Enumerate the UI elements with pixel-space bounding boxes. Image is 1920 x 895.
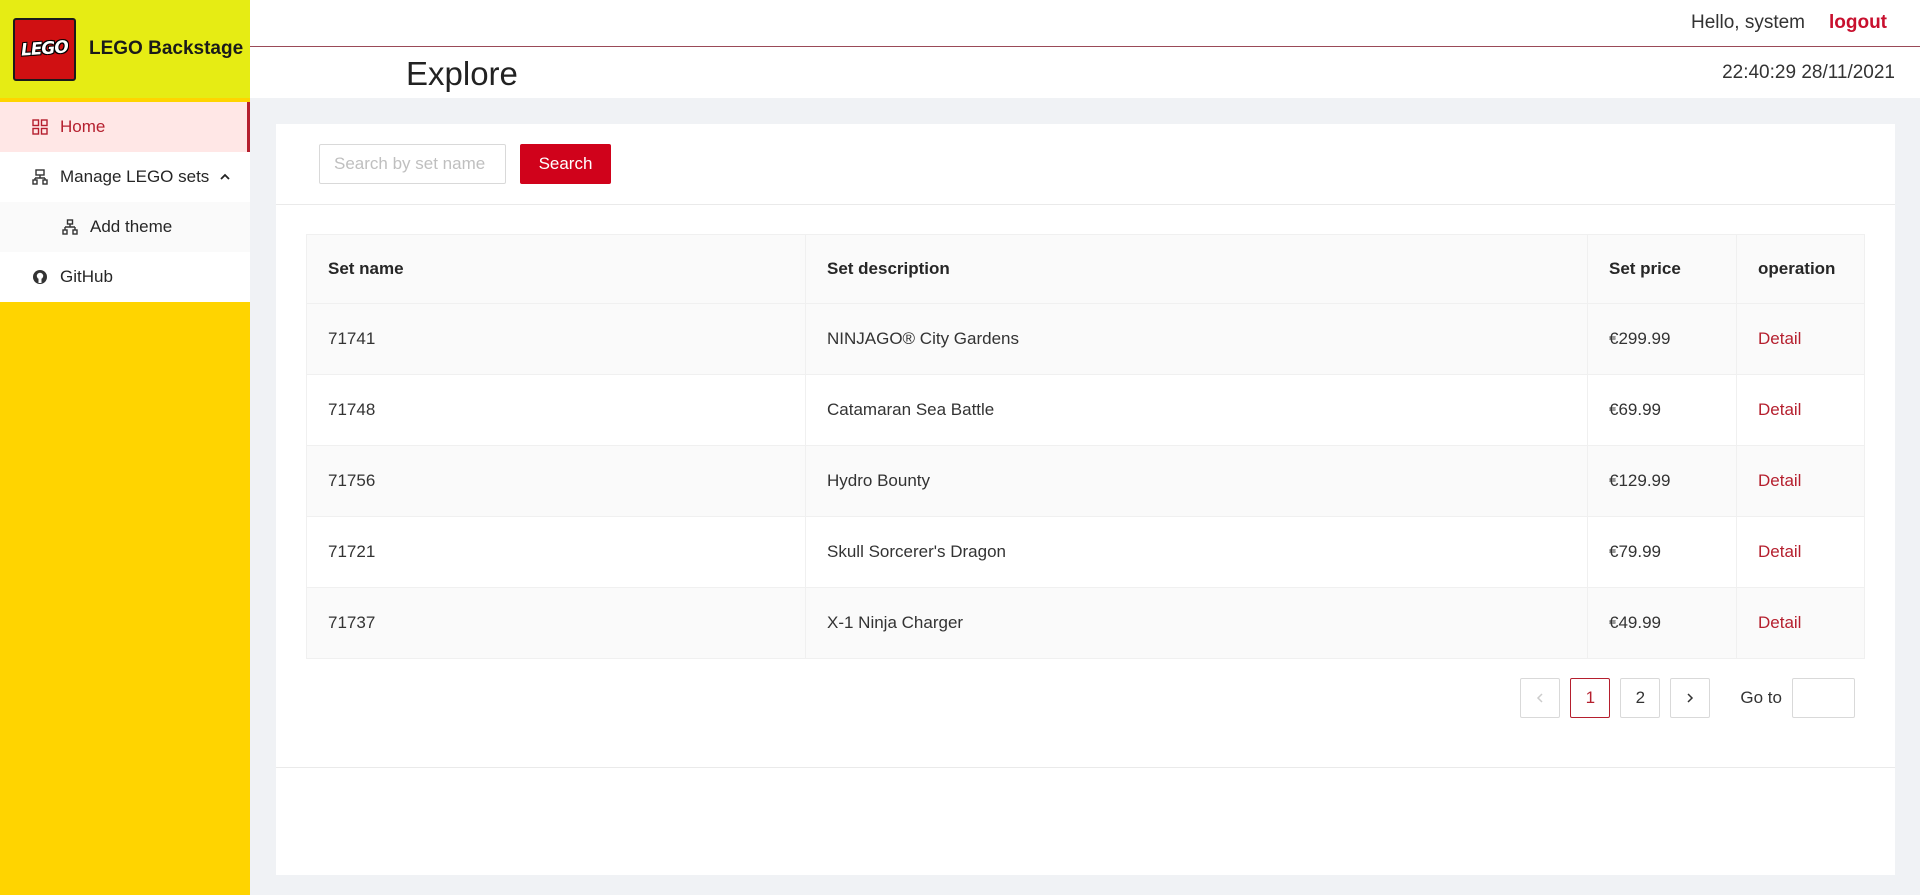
set-price-cell: €79.99 <box>1587 516 1737 588</box>
sidebar-item-github[interactable]: GitHub <box>0 252 250 302</box>
set-description-cell: Hydro Bounty <box>805 445 1588 517</box>
detail-link[interactable]: Detail <box>1758 471 1801 490</box>
page-button-2[interactable]: 2 <box>1620 678 1661 718</box>
header: Hello, system logout Explore 22:40:29 28… <box>250 0 1920 98</box>
table-row: 71721 Skull Sorcerer's Dragon €79.99 Det… <box>306 516 1865 588</box>
current-datetime: 22:40:29 28/11/2021 <box>1722 62 1895 83</box>
set-price-cell: €299.99 <box>1587 303 1737 375</box>
column-header-set-description[interactable]: Set description <box>805 234 1588 304</box>
table-row: 71748 Catamaran Sea Battle €69.99 Detail <box>306 374 1865 446</box>
detail-link[interactable]: Detail <box>1758 400 1801 419</box>
sidebar-item-add-theme[interactable]: Add theme <box>0 202 250 252</box>
sets-table: Set name Set description Set price opera… <box>306 234 1865 659</box>
brand-bar: LEGO LEGO Backstage <box>0 0 250 98</box>
detail-link[interactable]: Detail <box>1758 542 1801 561</box>
brand-title: LEGO Backstage <box>89 38 244 59</box>
user-greeting: Hello, system <box>1690 12 1805 33</box>
set-description-cell: X-1 Ninja Charger <box>805 587 1588 659</box>
sidebar-item-home[interactable]: Home <box>0 102 250 152</box>
chevron-left-icon <box>1537 693 1543 703</box>
detail-link[interactable]: Detail <box>1758 329 1801 348</box>
set-name-cell: 71741 <box>306 303 806 375</box>
prev-page-button[interactable] <box>1520 678 1561 718</box>
column-header-set-name[interactable]: Set name <box>306 234 806 304</box>
table-row: 71756 Hydro Bounty €129.99 Detail <box>306 445 1865 517</box>
cluster-icon <box>30 167 50 187</box>
github-icon <box>30 267 50 287</box>
set-price-cell: €129.99 <box>1587 445 1737 517</box>
sidebar-item-label: Home <box>60 117 106 136</box>
chevron-up-icon[interactable] <box>219 171 231 183</box>
apartment-icon <box>60 217 80 237</box>
set-name-cell: 71737 <box>306 587 806 659</box>
operation-cell: Detail <box>1736 516 1865 588</box>
set-description-cell: Catamaran Sea Battle <box>805 374 1588 446</box>
search-bar: Search <box>276 124 1895 205</box>
sidebar-item-label: GitHub <box>60 267 113 286</box>
page-title: Explore <box>406 55 518 92</box>
set-price-cell: €49.99 <box>1587 587 1737 659</box>
search-input[interactable] <box>319 144 506 184</box>
set-description-cell: NINJAGO® City Gardens <box>805 303 1588 375</box>
set-name-cell: 71756 <box>306 445 806 517</box>
sidebar-item-manage-lego-sets[interactable]: Manage LEGO sets <box>0 152 250 202</box>
column-header-set-price[interactable]: Set price <box>1587 234 1737 304</box>
operation-cell: Detail <box>1736 303 1865 375</box>
next-page-button[interactable] <box>1670 678 1711 718</box>
table-row: 71741 NINJAGO® City Gardens €299.99 Deta… <box>306 303 1865 375</box>
goto-page-input[interactable] <box>1792 678 1855 718</box>
sidebar: LEGO LEGO Backstage Home Manage LEGO set… <box>0 0 250 895</box>
sidebar-item-label: Manage LEGO sets <box>60 167 210 186</box>
operation-cell: Detail <box>1736 587 1865 659</box>
header-divider <box>250 46 1920 47</box>
card-divider <box>276 767 1895 768</box>
set-price-cell: €69.99 <box>1587 374 1737 446</box>
set-name-cell: 71748 <box>306 374 806 446</box>
logout-link[interactable]: logout <box>1829 12 1887 34</box>
lego-logo[interactable]: LEGO <box>13 17 76 81</box>
table-row: 71737 X-1 Ninja Charger €49.99 Detail <box>306 587 1865 659</box>
column-header-operation: operation <box>1736 234 1865 304</box>
detail-link[interactable]: Detail <box>1758 613 1801 632</box>
operation-cell: Detail <box>1736 445 1865 517</box>
chevron-right-icon <box>1687 693 1694 703</box>
table-header-row: Set name Set description Set price opera… <box>306 234 1865 304</box>
content-card: Search Set name Set description Set pric… <box>276 124 1895 875</box>
search-button[interactable]: Search <box>520 144 611 184</box>
page-button-1[interactable]: 1 <box>1570 678 1611 718</box>
operation-cell: Detail <box>1736 374 1865 446</box>
goto-label: Go to <box>1740 688 1782 707</box>
sidebar-item-label: Add theme <box>90 217 173 236</box>
pagination: 1 2 Go to <box>1510 678 1855 718</box>
sidebar-menu: Home Manage LEGO sets Add theme GitHub <box>0 102 250 302</box>
set-name-cell: 71721 <box>306 516 806 588</box>
appstore-icon <box>30 117 50 137</box>
set-description-cell: Skull Sorcerer's Dragon <box>805 516 1588 588</box>
logo-text: LEGO <box>20 37 69 61</box>
